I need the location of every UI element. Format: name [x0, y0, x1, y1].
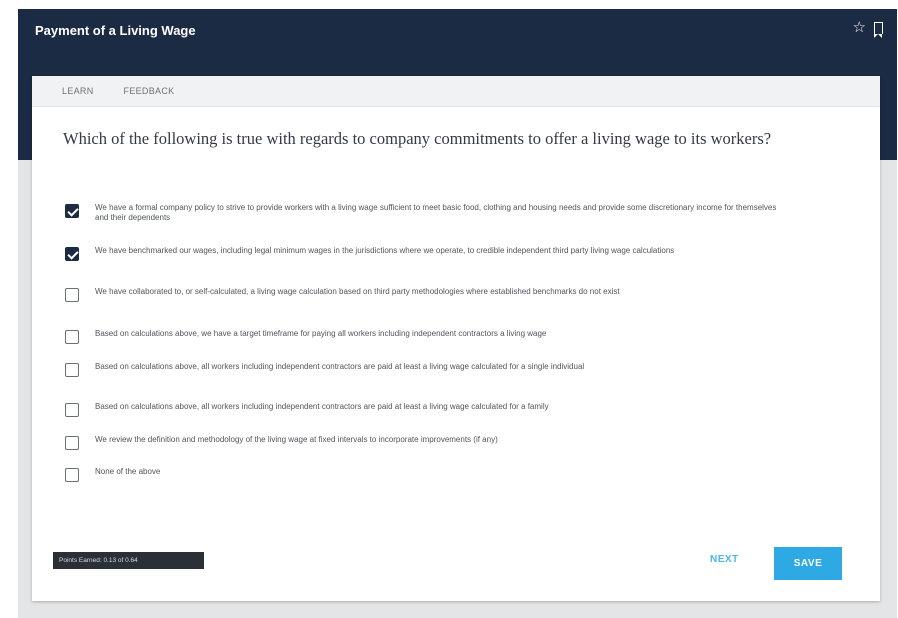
option-target-timeframe[interactable]: Based on calculations above, we have a t…: [65, 329, 785, 344]
option-single-individual[interactable]: Based on calculations above, all workers…: [65, 362, 785, 377]
option-label: Based on calculations above, all workers…: [95, 362, 585, 371]
question-card: LEARN FEEDBACK Which of the following is…: [32, 76, 880, 601]
option-label: We have benchmarked our wages, including…: [95, 246, 675, 255]
app-frame: Payment of a Living Wage ☆ LEARN FEEDBAC…: [18, 9, 897, 618]
page-title: Payment of a Living Wage: [35, 23, 196, 38]
option-checkbox[interactable]: [65, 363, 79, 377]
option-label: We review the definition and methodology…: [95, 435, 498, 444]
save-button[interactable]: SAVE: [774, 547, 842, 580]
option-collaborated-calculation[interactable]: We have collaborated to, or self-calcula…: [65, 287, 785, 302]
header-actions: ☆: [853, 20, 883, 38]
bookmark-icon[interactable]: [873, 20, 883, 38]
option-checkbox[interactable]: [65, 247, 79, 261]
option-label: None of the above: [95, 467, 161, 476]
option-checkbox[interactable]: [65, 403, 79, 417]
option-label: Based on calculations above, we have a t…: [95, 329, 547, 338]
star-icon[interactable]: ☆: [853, 20, 866, 38]
option-label: We have a formal company policy to striv…: [95, 203, 777, 222]
option-checkbox[interactable]: [65, 436, 79, 450]
tab-learn[interactable]: LEARN: [62, 86, 94, 96]
option-benchmarked-wages[interactable]: We have benchmarked our wages, including…: [65, 246, 785, 261]
option-checkbox[interactable]: [65, 204, 79, 218]
option-formal-policy[interactable]: We have a formal company policy to striv…: [65, 203, 785, 223]
next-button[interactable]: NEXT: [710, 554, 739, 565]
option-review-definition[interactable]: We review the definition and methodology…: [65, 435, 785, 450]
question-text: Which of the following is true with rega…: [63, 129, 772, 148]
tab-bar: LEARN FEEDBACK: [32, 76, 880, 107]
option-none-of-the-above[interactable]: None of the above: [65, 467, 785, 482]
option-label: We have collaborated to, or self-calcula…: [95, 287, 620, 296]
tab-feedback[interactable]: FEEDBACK: [124, 86, 175, 96]
option-checkbox[interactable]: [65, 288, 79, 302]
option-family[interactable]: Based on calculations above, all workers…: [65, 402, 785, 417]
option-label: Based on calculations above, all workers…: [95, 402, 549, 411]
option-checkbox[interactable]: [65, 468, 79, 482]
points-badge: Points Earned: 0.13 of 0.64: [53, 552, 204, 569]
option-checkbox[interactable]: [65, 330, 79, 344]
